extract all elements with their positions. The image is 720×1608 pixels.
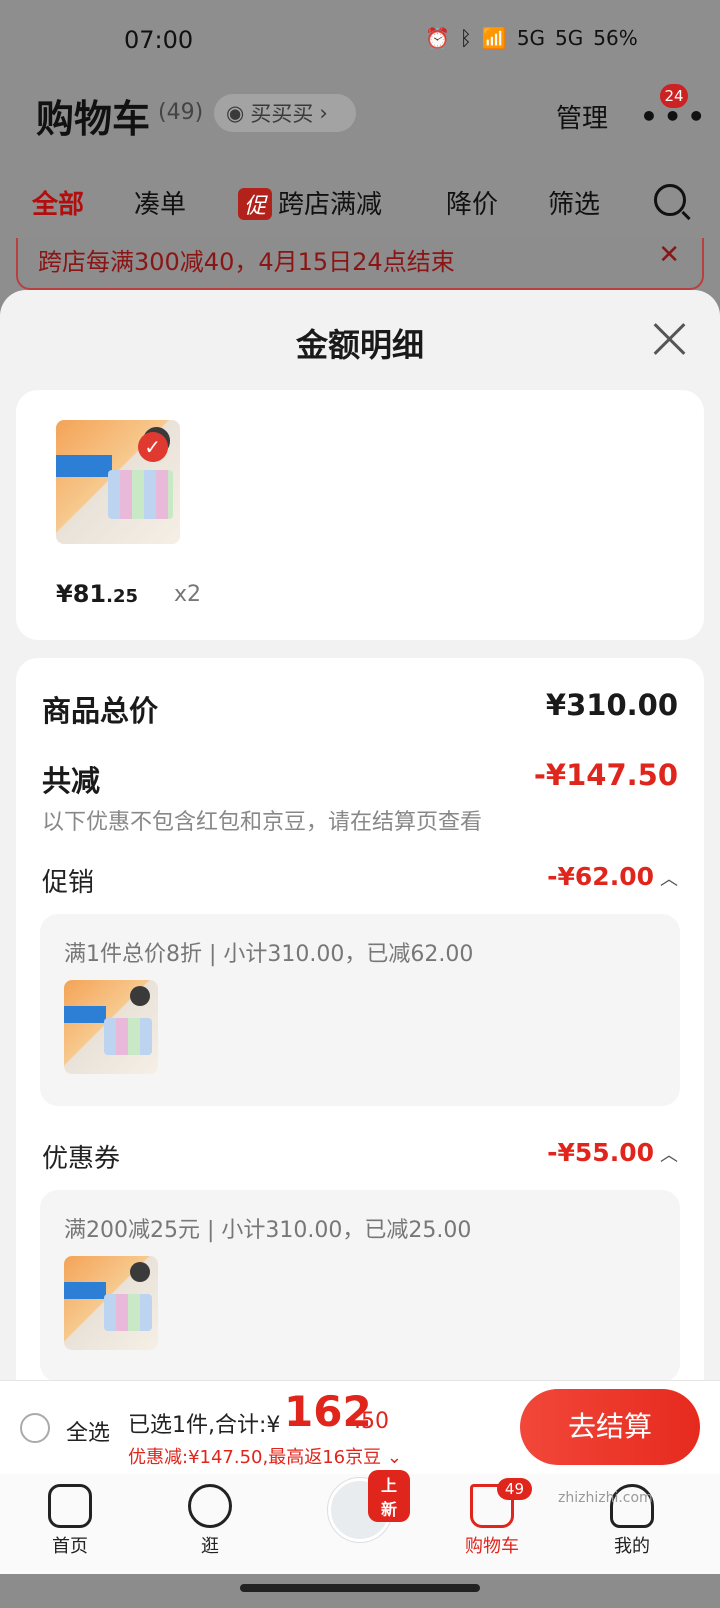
- cart-badge: 49: [496, 1478, 532, 1500]
- alarm-icon: ⏰: [425, 26, 450, 50]
- discount-text: 优惠减:¥147.50,最高返16京豆: [128, 1447, 382, 1468]
- watermark: zhizhizhi.com: [558, 1490, 653, 1506]
- nav-new[interactable]: 上新: [310, 1470, 410, 1542]
- product-image: [64, 1256, 158, 1350]
- chevron-right-icon: ›: [319, 101, 328, 125]
- maimai-label: 买买买: [250, 102, 314, 126]
- coupon-detail-text: 满200减25元 | 小计310.00，已减25.00: [64, 1218, 472, 1243]
- nav-me-label: 我的: [614, 1536, 650, 1557]
- cart-count: (49): [158, 100, 204, 125]
- product-image: [64, 980, 158, 1074]
- total-value: ¥310.00: [545, 688, 678, 722]
- reduce-note: 以下优惠不包含红包和京豆，请在结算页查看: [42, 810, 483, 835]
- home-icon: [48, 1484, 92, 1528]
- promo-row[interactable]: 促销 -¥62.00 ︿: [42, 862, 678, 898]
- page-title: 购物车: [36, 97, 151, 141]
- home-indicator[interactable]: [240, 1584, 480, 1592]
- nav-home[interactable]: 首页: [20, 1484, 120, 1558]
- tab-all[interactable]: 全部: [32, 184, 84, 221]
- nav-cart-label: 购物车: [465, 1536, 519, 1557]
- total-amount-decimal: .50: [354, 1409, 389, 1434]
- coupon-label: 优惠券: [42, 1144, 121, 1174]
- nav-cart[interactable]: 49 购物车: [442, 1478, 542, 1558]
- maimai-button[interactable]: ◉ 买买买 ›: [214, 94, 356, 132]
- reduce-value: -¥147.50: [533, 758, 678, 792]
- signal-5g-icon: 5G: [516, 26, 546, 50]
- select-all-label[interactable]: 全选: [66, 1415, 110, 1447]
- coupon-row[interactable]: 优惠券 -¥55.00 ︿: [42, 1138, 678, 1174]
- reduce-row: 共减 -¥147.50: [42, 758, 678, 798]
- tab-cross-store[interactable]: 促跨店满减: [238, 184, 382, 221]
- status-icons: ⏰ ᛒ 📶 5G 5G 56%: [425, 26, 638, 50]
- eye-icon: ◉: [226, 101, 245, 125]
- tab-filter[interactable]: 筛选: [548, 184, 600, 221]
- more-badge: 24: [660, 84, 688, 108]
- sheet-title: 金额明细: [295, 326, 424, 364]
- nav-home-label: 首页: [52, 1536, 88, 1557]
- promo-tag: 促: [238, 188, 273, 220]
- new-tag: 上新: [368, 1470, 410, 1522]
- wifi-icon: 📶: [481, 26, 507, 50]
- bottom-nav: 首页 逛 上新 49 购物车 我的: [0, 1470, 720, 1574]
- status-time: 07:00: [124, 26, 194, 54]
- search-icon[interactable]: [654, 184, 686, 216]
- promo-value: -¥62.00: [547, 862, 654, 891]
- bluetooth-icon: ᛒ: [459, 26, 472, 50]
- total-row: 商品总价 ¥310.00: [42, 688, 678, 728]
- chevron-up-icon: ︿: [660, 1145, 678, 1166]
- promo-detail-box: 满1件总价8折 | 小计310.00，已减62.00: [40, 914, 680, 1106]
- coupon-value: -¥55.00: [547, 1138, 654, 1167]
- chevron-down-icon: ⌄: [386, 1447, 402, 1468]
- browse-icon: [188, 1484, 232, 1528]
- checkmark-icon: ✓: [137, 432, 168, 463]
- checkout-bar: 全选 已选1件,合计:¥ 162 .50 优惠减:¥147.50,最高返16京豆…: [0, 1380, 720, 1474]
- promo-banner-text: 跨店每满300减40，4月15日24点结束: [38, 248, 455, 276]
- total-label: 商品总价: [42, 694, 159, 728]
- promo-banner: 跨店每满300减40，4月15日24点结束 ✕: [16, 238, 704, 290]
- tab-coudan[interactable]: 凑单: [134, 184, 186, 221]
- discount-summary[interactable]: 优惠减:¥147.50,最高返16京豆 ⌄: [128, 1443, 402, 1469]
- manage-button[interactable]: 管理: [556, 98, 608, 135]
- selected-summary: 已选1件,合计:¥: [128, 1413, 281, 1438]
- battery-level: 56%: [593, 26, 638, 50]
- signal-5g-icon-2: 5G: [555, 26, 584, 50]
- chevron-up-icon: ︿: [660, 869, 678, 890]
- product-image[interactable]: ✓: [56, 420, 180, 544]
- item-price: ¥81.25: [56, 580, 138, 608]
- price-breakdown-card: 商品总价 ¥310.00 共减 -¥147.50 以下优惠不包含红包和京豆，请在…: [16, 658, 704, 1418]
- select-all-radio[interactable]: [20, 1413, 50, 1443]
- item-quantity: x2: [174, 582, 202, 607]
- promo-detail-text: 满1件总价8折 | 小计310.00，已减62.00: [64, 942, 474, 967]
- reduce-label: 共减: [42, 764, 101, 798]
- filter-tabs: 全部 凑单 促跨店满减 降价 筛选: [0, 184, 720, 224]
- item-price-decimal: .25: [106, 586, 138, 607]
- nav-browse-label: 逛: [201, 1536, 219, 1557]
- tab-cross-store-label: 跨店满减: [278, 190, 383, 220]
- promo-label: 促销: [42, 868, 95, 898]
- coupon-detail-box: 满200减25元 | 小计310.00，已减25.00: [40, 1190, 680, 1382]
- status-bar: 07:00 ⏰ ᛒ 📶 5G 5G 56%: [0, 26, 720, 56]
- close-icon[interactable]: [652, 320, 688, 356]
- checkout-button[interactable]: 去结算: [520, 1389, 700, 1465]
- amount-detail-sheet: 金额明细 ✓ ¥81.25 x2 商品总价 ¥310.00 共减 -¥147.5…: [0, 290, 720, 1418]
- tab-price-drop[interactable]: 降价: [446, 184, 498, 221]
- item-card: ✓ ¥81.25 x2: [16, 390, 704, 640]
- item-price-main: ¥81: [56, 580, 107, 608]
- close-icon[interactable]: ✕: [658, 240, 680, 270]
- nav-browse[interactable]: 逛: [160, 1484, 260, 1558]
